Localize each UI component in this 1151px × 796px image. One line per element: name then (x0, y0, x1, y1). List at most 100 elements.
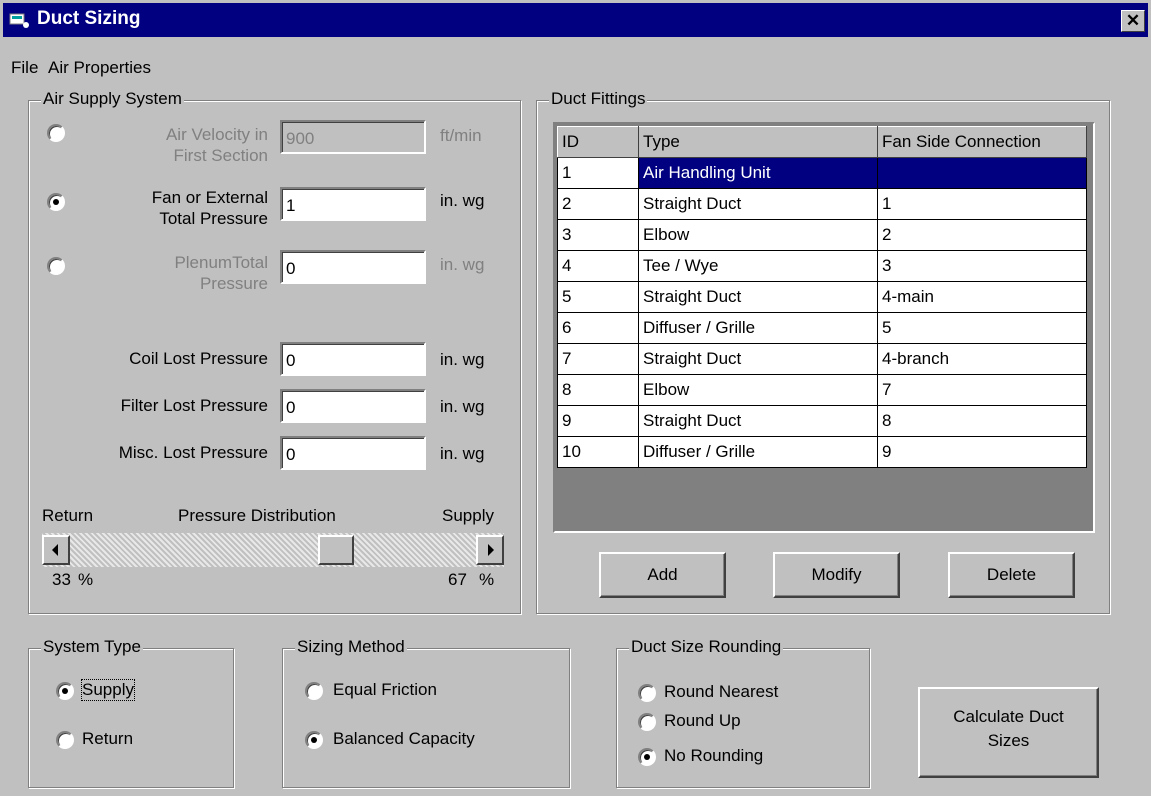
app-icon (9, 13, 29, 28)
table-cell-id[interactable]: 7 (557, 343, 639, 375)
plenum-pressure-radio[interactable] (47, 257, 65, 275)
round-nearest-label[interactable]: Round Nearest (664, 682, 778, 702)
velocity-label-line1: Air Velocity in (165, 125, 268, 144)
table-cell-fan[interactable]: 2 (877, 219, 1087, 251)
equal-friction-label[interactable]: Equal Friction (333, 680, 437, 700)
table-cell-type[interactable]: Elbow (638, 219, 878, 251)
table-cell-fan[interactable]: 8 (877, 405, 1087, 437)
table-cell-fan[interactable]: 3 (877, 250, 1087, 282)
table-row[interactable]: 9 Straight Duct 8 (557, 405, 1087, 437)
column-type[interactable]: Type (638, 126, 878, 158)
slider-left-button[interactable] (42, 535, 70, 565)
calculate-duct-sizes-button[interactable]: Calculate Duct Sizes (918, 687, 1099, 778)
menu-file[interactable]: File (11, 58, 38, 78)
coil-input[interactable]: 0 (280, 342, 426, 376)
table-cell-type[interactable]: Straight Duct (638, 343, 878, 375)
return-percent: 33 (52, 570, 71, 589)
table-row[interactable]: 1 Air Handling Unit (557, 157, 1087, 189)
round-nearest-radio[interactable] (638, 684, 656, 702)
table-cell-fan[interactable] (877, 157, 1087, 189)
fittings-grid[interactable]: ID Type Fan Side Connection 1 Air Handlin… (553, 122, 1095, 533)
table-cell-id[interactable]: 8 (557, 374, 639, 406)
supply-radio-label[interactable]: Supply (81, 679, 135, 701)
table-cell-id[interactable]: 5 (557, 281, 639, 313)
table-cell-fan[interactable]: 1 (877, 188, 1087, 220)
column-id[interactable]: ID (557, 126, 639, 158)
return-percent-sign: % (78, 570, 94, 589)
table-cell-type[interactable]: Straight Duct (638, 188, 878, 220)
table-row[interactable]: 2 Straight Duct 1 (557, 188, 1087, 220)
table-cell-fan[interactable]: 4-branch (877, 343, 1087, 375)
table-cell-type[interactable]: Straight Duct (638, 281, 878, 313)
slider-thumb[interactable] (318, 535, 354, 565)
arrow-left-icon (52, 544, 58, 556)
table-cell-type[interactable]: Elbow (638, 374, 878, 406)
fan-pressure-input[interactable]: 1 (280, 187, 426, 221)
round-up-label[interactable]: Round Up (664, 711, 741, 731)
velocity-radio[interactable] (47, 124, 65, 142)
table-cell-id[interactable]: 1 (557, 157, 639, 189)
coil-unit: in. wg (440, 350, 485, 369)
table-cell-fan[interactable]: 9 (877, 436, 1087, 468)
air-supply-legend: Air Supply System (41, 89, 184, 109)
close-button[interactable]: ✕ (1121, 10, 1145, 32)
table-cell-id[interactable]: 10 (557, 436, 639, 468)
system-type-legend: System Type (41, 637, 143, 657)
velocity-label-line2: First Section (173, 146, 268, 165)
filter-input[interactable]: 0 (280, 389, 426, 423)
plenum-pressure-unit: in. wg (440, 255, 485, 274)
table-row[interactable]: 3 Elbow 2 (557, 219, 1087, 251)
fan-pressure-label: Fan or External Total Pressure (100, 187, 268, 229)
calculate-label-line2: Sizes (987, 731, 1030, 750)
fan-pressure-label-line1: Fan or External (151, 188, 268, 207)
table-cell-type[interactable]: Straight Duct (638, 405, 878, 437)
table-cell-id[interactable]: 3 (557, 219, 639, 251)
table-row[interactable]: 8 Elbow 7 (557, 374, 1087, 406)
table-row[interactable]: 6 Diffuser / Grille 5 (557, 312, 1087, 344)
delete-button[interactable]: Delete (948, 552, 1075, 598)
plenum-pressure-label: PlenumTotal Pressure (100, 252, 268, 294)
table-cell-fan[interactable]: 5 (877, 312, 1087, 344)
coil-label: Coil Lost Pressure (129, 349, 268, 368)
table-cell-type[interactable]: Air Handling Unit (638, 157, 878, 189)
return-radio[interactable] (56, 731, 74, 749)
table-cell-id[interactable]: 6 (557, 312, 639, 344)
column-fan-side[interactable]: Fan Side Connection (877, 126, 1087, 158)
balanced-capacity-label[interactable]: Balanced Capacity (333, 729, 475, 749)
calculate-label-line1: Calculate Duct (953, 707, 1064, 726)
filter-unit: in. wg (440, 397, 485, 416)
table-cell-id[interactable]: 9 (557, 405, 639, 437)
supply-radio[interactable] (56, 682, 74, 700)
table-row[interactable]: 7 Straight Duct 4-branch (557, 343, 1087, 375)
table-cell-fan[interactable]: 4-main (877, 281, 1087, 313)
misc-input[interactable]: 0 (280, 436, 426, 470)
equal-friction-radio[interactable] (305, 682, 323, 700)
menu-air-properties[interactable]: Air Properties (48, 58, 151, 78)
table-cell-type[interactable]: Diffuser / Grille (638, 436, 878, 468)
no-rounding-label[interactable]: No Rounding (664, 746, 763, 766)
table-cell-type[interactable]: Tee / Wye (638, 250, 878, 282)
table-row[interactable]: 4 Tee / Wye 3 (557, 250, 1087, 282)
close-icon: ✕ (1125, 11, 1141, 30)
table-row[interactable]: 10 Diffuser / Grille 9 (557, 436, 1087, 468)
round-up-radio[interactable] (638, 713, 656, 731)
fan-pressure-radio[interactable] (47, 193, 65, 211)
pressure-distribution-label: Pressure Distribution (178, 506, 336, 525)
pressure-distribution-slider[interactable] (42, 533, 504, 567)
slider-right-button[interactable] (476, 535, 504, 565)
balanced-capacity-radio[interactable] (305, 731, 323, 749)
plenum-pressure-input[interactable]: 0 (280, 250, 426, 284)
table-row[interactable]: 5 Straight Duct 4-main (557, 281, 1087, 313)
table-cell-type[interactable]: Diffuser / Grille (638, 312, 878, 344)
modify-button[interactable]: Modify (773, 552, 900, 598)
misc-unit: in. wg (440, 444, 485, 463)
table-cell-fan[interactable]: 7 (877, 374, 1087, 406)
table-cell-id[interactable]: 4 (557, 250, 639, 282)
title-bar: Duct Sizing ✕ (3, 3, 1148, 37)
velocity-input[interactable]: 900 (280, 120, 426, 154)
add-button[interactable]: Add (599, 552, 726, 598)
return-radio-label[interactable]: Return (82, 729, 133, 749)
menu-bar (3, 37, 1148, 63)
no-rounding-radio[interactable] (638, 748, 656, 766)
table-cell-id[interactable]: 2 (557, 188, 639, 220)
